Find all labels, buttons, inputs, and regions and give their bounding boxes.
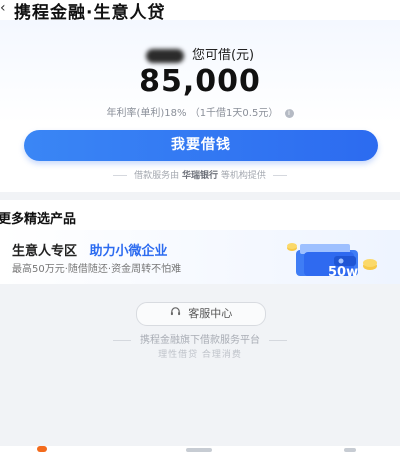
product-title: 生意人专区: [12, 244, 78, 259]
loan-amount: 85,000: [139, 64, 261, 99]
middle-tab-icon[interactable]: [186, 448, 212, 452]
loan-label: 您可借(元): [191, 48, 255, 63]
loan-label-row: 您可借(元): [0, 44, 400, 63]
provider-bank: 华瑞银行: [181, 171, 218, 181]
platform-text: 携程金融旗下借款服务平台: [140, 335, 260, 346]
info-icon[interactable]: i: [284, 108, 294, 118]
product-card[interactable]: 生意人专区 助力小微企业 最高50万元·随借随还·资金周转不怕难 50w: [0, 230, 400, 284]
products-section: 更多精选产品 生意人专区 助力小微企业 最高50万元·随借随还·资金周转不怕难 …: [0, 200, 400, 284]
borrow-button[interactable]: 我要借钱: [24, 130, 378, 161]
customer-service-button[interactable]: 客服中心: [136, 302, 266, 326]
provider-note: 借款服务由 华瑞银行 等机构提供: [0, 168, 400, 181]
loan-card: 您可借(元) 85,000 年利率(单利)18% （1千借1天0.5元） i 我…: [0, 20, 400, 192]
product-subtitle: 最高50万元·随借随还·资金周转不怕难: [12, 264, 182, 275]
divider-line: [269, 339, 288, 341]
footer-slogan: 理性借贷 合理消费: [158, 350, 242, 360]
interest-rate: 年利率(单利)18% （1千借1天0.5元） i: [0, 104, 400, 119]
provider-prefix: 借款服务由: [134, 171, 180, 181]
provider-suffix: 等机构提供: [220, 171, 266, 181]
wallet-illustration-icon: 50w: [287, 243, 377, 280]
divider-line: [272, 175, 287, 176]
back-icon[interactable]: ‹: [0, 0, 12, 20]
product-title-row: 生意人专区 助力小微企业: [12, 240, 168, 259]
divider-line: [112, 339, 131, 341]
platform-note: 携程金融旗下借款服务平台: [0, 331, 400, 346]
service-label: 客服中心: [188, 307, 233, 320]
bottom-tab-bar: [0, 446, 400, 454]
header-bar: ‹ 携程金融·生意人贷: [0, 0, 400, 23]
home-tab-icon[interactable]: [37, 446, 47, 452]
blurred-user-name: [145, 48, 184, 63]
product-slogan: 助力小微企业: [89, 244, 168, 259]
right-tab-icon[interactable]: [344, 448, 356, 452]
divider-line: [113, 175, 128, 176]
headset-icon: [170, 303, 181, 325]
rate-text: 年利率(单利)18% （1千借1天0.5元）: [106, 108, 279, 119]
product-badge: 50w: [328, 265, 358, 280]
products-heading: 更多精选产品: [0, 212, 77, 227]
